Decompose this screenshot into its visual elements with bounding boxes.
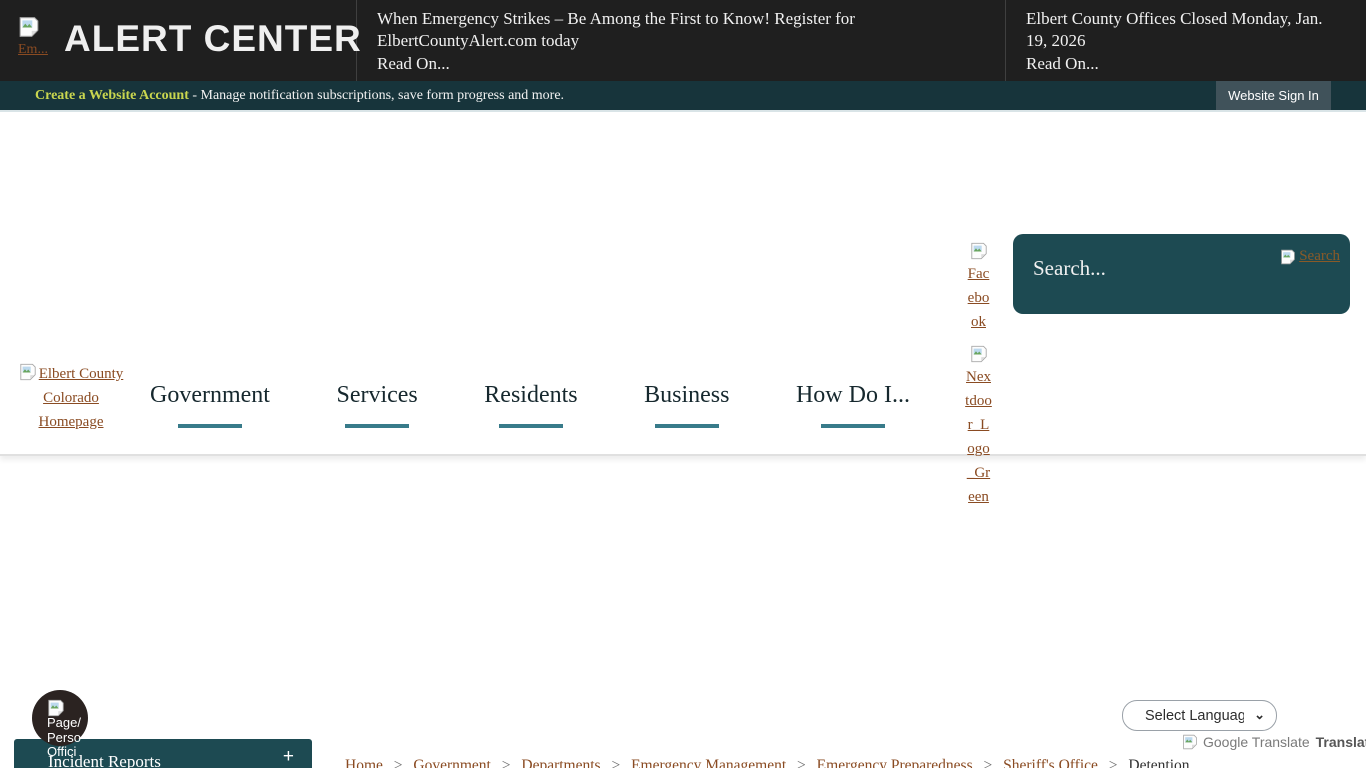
alert-read-on-link[interactable]: Read On... bbox=[1026, 53, 1099, 75]
google-translate-alt-text: Google Translate bbox=[1203, 734, 1310, 750]
nextdoor-alt-text: Nextdoor_Logo_Green bbox=[965, 369, 992, 505]
nav-item-how-do-i[interactable]: How Do I... bbox=[796, 382, 910, 428]
create-website-account-link[interactable]: Create a Website Account bbox=[35, 88, 189, 103]
nav-label: Residents bbox=[484, 382, 577, 409]
alert-item: When Emergency Strikes – Be Among the Fi… bbox=[357, 0, 1005, 81]
nav-label: Government bbox=[150, 382, 270, 409]
search-input[interactable] bbox=[1033, 256, 1263, 281]
breadcrumb-link[interactable]: Sheriff's Office bbox=[1003, 757, 1098, 768]
facebook-broken-image-icon bbox=[970, 242, 988, 260]
nextdoor-link[interactable]: Nextdoor_Logo_Green bbox=[965, 345, 992, 509]
alert-item: Elbert County Offices Closed Monday, Jan… bbox=[1006, 0, 1366, 81]
nav-underline bbox=[499, 424, 563, 428]
site-logo-link[interactable]: Elbert County Colorado Homepage bbox=[12, 362, 130, 434]
facebook-alt-text: Facebook bbox=[968, 266, 990, 330]
nav-item-government[interactable]: Government bbox=[150, 382, 270, 428]
alert-text: When Emergency Strikes – Be Among the Fi… bbox=[377, 8, 985, 52]
account-bar-description: - Manage notification subscriptions, sav… bbox=[192, 88, 564, 103]
nav-underline bbox=[821, 424, 885, 428]
breadcrumb: Home > Government > Departments > Emerge… bbox=[345, 757, 1345, 768]
emergency-alert-broken-image-icon: Em... bbox=[18, 16, 60, 68]
nav-item-business[interactable]: Business bbox=[644, 382, 729, 428]
language-select-wrap: Select Language ⌄ bbox=[1122, 700, 1277, 731]
breadcrumb-link[interactable]: Home bbox=[345, 757, 383, 768]
website-sign-in-button[interactable]: Website Sign In bbox=[1216, 81, 1331, 110]
alert-text: Elbert County Offices Closed Monday, Jan… bbox=[1026, 8, 1346, 52]
breadcrumb-link[interactable]: Departments bbox=[521, 757, 600, 768]
breadcrumb-link[interactable]: Government bbox=[413, 757, 490, 768]
nav-item-services[interactable]: Services bbox=[336, 382, 417, 428]
nav-label: How Do I... bbox=[796, 382, 910, 409]
facebook-link[interactable]: Facebook bbox=[965, 242, 992, 334]
account-bar-text: Create a Website Account - Manage notifi… bbox=[35, 88, 564, 104]
nav-underline bbox=[178, 424, 242, 428]
nav-underline bbox=[345, 424, 409, 428]
site-header: Elbert County Colorado Homepage Governme… bbox=[0, 112, 1366, 456]
emergency-alert-alt-text: Em... bbox=[18, 42, 60, 58]
breadcrumb-link[interactable]: Emergency Management bbox=[631, 757, 786, 768]
page-root: Em... ALERT CENTER When Emergency Strike… bbox=[0, 0, 1366, 768]
translate-label: Translate bbox=[1316, 734, 1366, 750]
breadcrumb-separator: > bbox=[984, 757, 993, 768]
language-select[interactable]: Select Language bbox=[1122, 700, 1277, 731]
breadcrumb-separator: > bbox=[1109, 757, 1118, 768]
nav-item-residents[interactable]: Residents bbox=[484, 382, 577, 428]
search-submit-button[interactable]: Search bbox=[1280, 248, 1340, 265]
nextdoor-broken-image-icon bbox=[970, 345, 988, 363]
alert-center-bar: Em... ALERT CENTER When Emergency Strike… bbox=[0, 0, 1366, 81]
nav-label: Business bbox=[644, 382, 729, 409]
google-translate-attribution: Google Translate Translate bbox=[1182, 734, 1366, 750]
profile-alt-text: Page/ Perso Offici bbox=[47, 716, 95, 760]
breadcrumb-current: Detention bbox=[1128, 757, 1189, 768]
breadcrumb-separator: > bbox=[611, 757, 620, 768]
profile-officials-button[interactable]: Page/ Perso Offici bbox=[32, 690, 88, 746]
breadcrumb-separator: > bbox=[502, 757, 511, 768]
nav-underline bbox=[655, 424, 719, 428]
breadcrumb-separator: > bbox=[797, 757, 806, 768]
alert-read-on-link[interactable]: Read On... bbox=[377, 53, 450, 75]
alert-center-title: ALERT CENTER bbox=[64, 18, 362, 60]
site-logo-alt-text: Elbert County Colorado Homepage bbox=[39, 366, 124, 430]
search-box: Search bbox=[1013, 234, 1350, 314]
expand-plus-icon[interactable]: + bbox=[283, 746, 294, 768]
nav-label: Services bbox=[336, 382, 417, 409]
search-button-label: Search bbox=[1299, 248, 1340, 265]
account-bar: Create a Website Account - Manage notifi… bbox=[0, 81, 1366, 112]
breadcrumb-link[interactable]: Emergency Preparedness bbox=[817, 757, 973, 768]
search-broken-image-icon bbox=[1280, 249, 1296, 265]
breadcrumb-separator: > bbox=[394, 757, 403, 768]
alert-center-title-block: Em... ALERT CENTER bbox=[0, 0, 356, 81]
google-translate-broken-image-icon bbox=[1182, 734, 1198, 750]
main-nav: Government Services Residents Business H… bbox=[150, 382, 910, 428]
